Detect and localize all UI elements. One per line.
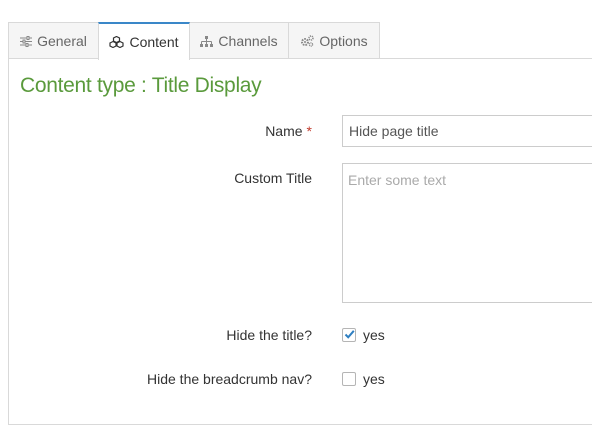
hide-breadcrumb-option-label: yes — [363, 371, 385, 387]
tab-bar: General Content Channels Options — [8, 22, 380, 60]
tab-options-label: Options — [319, 33, 368, 49]
tab-options[interactable]: Options — [288, 22, 380, 59]
hide-title-option-label: yes — [363, 327, 385, 343]
hide-breadcrumb-checkbox[interactable] — [342, 372, 356, 386]
hide-breadcrumb-label: Hide the breadcrumb nav? — [147, 371, 312, 387]
custom-title-label: Custom Title — [234, 170, 312, 186]
custom-title-textarea[interactable] — [342, 163, 592, 303]
page-title: Content type : Title Display — [20, 74, 262, 97]
hide-breadcrumb-option: yes — [342, 371, 385, 387]
hide-title-option: yes — [342, 327, 385, 343]
tab-general[interactable]: General — [8, 22, 99, 59]
hide-title-checkbox[interactable] — [342, 328, 356, 342]
tab-channels[interactable]: Channels — [189, 22, 289, 59]
name-label: Name * — [265, 123, 312, 139]
required-marker: * — [306, 123, 312, 139]
tab-channels-label: Channels — [218, 33, 278, 49]
sliders-icon — [20, 35, 33, 47]
name-label-text: Name — [265, 123, 303, 139]
tab-general-label: General — [37, 33, 87, 49]
cubes-icon — [109, 36, 125, 48]
name-input[interactable] — [342, 115, 592, 147]
tab-content-label: Content — [129, 34, 179, 50]
hide-title-label: Hide the title? — [226, 327, 312, 343]
checkmark-icon — [344, 330, 355, 339]
sitemap-icon — [200, 35, 214, 47]
cogs-icon — [300, 35, 315, 47]
tab-content[interactable]: Content — [98, 22, 190, 60]
